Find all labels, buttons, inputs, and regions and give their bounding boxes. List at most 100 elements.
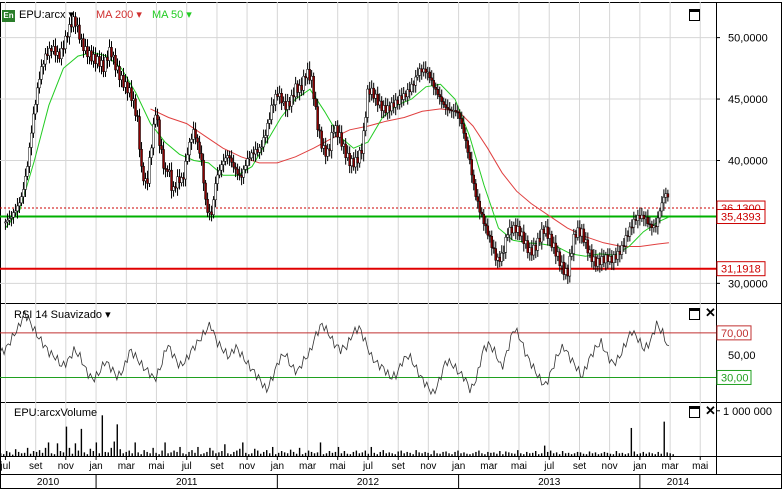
candle-body (652, 225, 656, 228)
volume-bar (17, 451, 20, 456)
candle-body (222, 160, 225, 165)
volume-bar (113, 441, 115, 456)
volume-bar (546, 451, 549, 456)
candle-body (188, 141, 191, 156)
candle-body (20, 196, 23, 204)
candle-body (476, 196, 479, 202)
candle-body (96, 56, 99, 65)
candle-body (140, 149, 143, 167)
close-rsi-panel-icon[interactable]: ✕ (705, 306, 716, 319)
candle-body (384, 105, 387, 114)
symbol-dropdown-icon: ▾ (68, 9, 75, 21)
candle-body (364, 117, 367, 132)
volume-bar (346, 453, 349, 456)
candle-body (250, 152, 253, 159)
candle-body (596, 258, 600, 267)
candle-body (584, 239, 588, 243)
volume-bar (382, 450, 384, 456)
volume-bar (319, 442, 322, 456)
rsi-title: RSI 14 Suavizado (14, 309, 103, 321)
candle-body (272, 104, 275, 106)
month-label: mai (511, 461, 527, 472)
volume-bar (248, 454, 250, 456)
candle-body (470, 159, 473, 176)
candle-body (168, 169, 171, 172)
candle-body (260, 146, 263, 149)
month-label: set (573, 461, 587, 472)
candle-body (576, 227, 580, 238)
candle-body (186, 154, 189, 162)
candle-body (354, 157, 357, 168)
volume-bar (567, 452, 570, 456)
candle-body (50, 48, 53, 52)
candle-body (494, 248, 498, 261)
candle-body (24, 176, 27, 190)
close-volume-panel-icon[interactable]: ✕ (705, 404, 716, 417)
candle-body (562, 261, 566, 275)
volume-bar (520, 453, 522, 456)
candle-body (254, 149, 257, 155)
volume-bar (496, 453, 498, 456)
candle-body (590, 249, 594, 262)
candle-body (438, 94, 441, 98)
volume-bar (152, 447, 154, 456)
candle-body (624, 235, 628, 247)
year-label: 2011 (176, 477, 198, 488)
volume-bar (564, 453, 567, 456)
volume-bar (307, 450, 310, 456)
volume-bar (119, 449, 121, 456)
candle-body (636, 215, 640, 221)
maximize-price-panel-icon[interactable] (689, 9, 700, 21)
candle-body (606, 254, 610, 262)
candle-body (324, 145, 327, 157)
month-label: mai (148, 461, 164, 472)
candle-body (32, 113, 35, 134)
candle-body (204, 182, 207, 200)
ma200-dropdown-icon: ▾ (136, 9, 142, 21)
candle-body (92, 54, 95, 62)
maximize-rsi-panel-icon[interactable] (689, 308, 700, 320)
volume-bar (266, 450, 268, 456)
volume-bar (197, 446, 199, 456)
ma50-line (5, 51, 670, 257)
volume-bar (65, 426, 68, 456)
candle-body (252, 152, 255, 155)
candle-body (568, 256, 572, 277)
volume-bar (412, 454, 414, 456)
ma50-selector[interactable]: MA 50 ▾ (152, 9, 192, 22)
volume-bar (227, 453, 229, 456)
volume-bar (523, 454, 525, 456)
candle-body (558, 251, 562, 267)
candle-body (378, 100, 381, 106)
candle-body (370, 87, 373, 95)
candle-body (468, 152, 471, 160)
rsi-selector[interactable]: RSI 14 Suavizado ▾ (14, 309, 111, 322)
volume-bar (454, 451, 456, 456)
candle-body (544, 226, 548, 234)
candle-body (170, 169, 173, 191)
volume-bar (301, 454, 304, 456)
candle-body (432, 80, 435, 88)
candle-body (518, 226, 522, 237)
candle-body (150, 147, 153, 158)
volume-bar (588, 451, 591, 456)
ma200-selector[interactable]: MA 200 ▾ (96, 9, 142, 22)
candle-body (66, 35, 69, 38)
month-label: nov (420, 461, 436, 472)
candle-body (578, 227, 582, 237)
volume-bar (612, 454, 615, 456)
volume-bar (532, 452, 534, 456)
maximize-volume-panel-icon[interactable] (689, 406, 700, 418)
candle-body (406, 89, 409, 98)
candle-body (638, 215, 642, 219)
symbol-selector[interactable]: EPU:arcx ▾ (19, 9, 74, 22)
volume-bar (0, 453, 2, 456)
volume-bar (427, 452, 429, 456)
candle-body (54, 46, 57, 56)
candle-body (148, 157, 151, 184)
volume-bar (176, 451, 178, 456)
volume-bar (292, 451, 295, 456)
volume-bar (352, 451, 355, 456)
candle-body (278, 93, 281, 97)
candle-body (12, 212, 15, 218)
